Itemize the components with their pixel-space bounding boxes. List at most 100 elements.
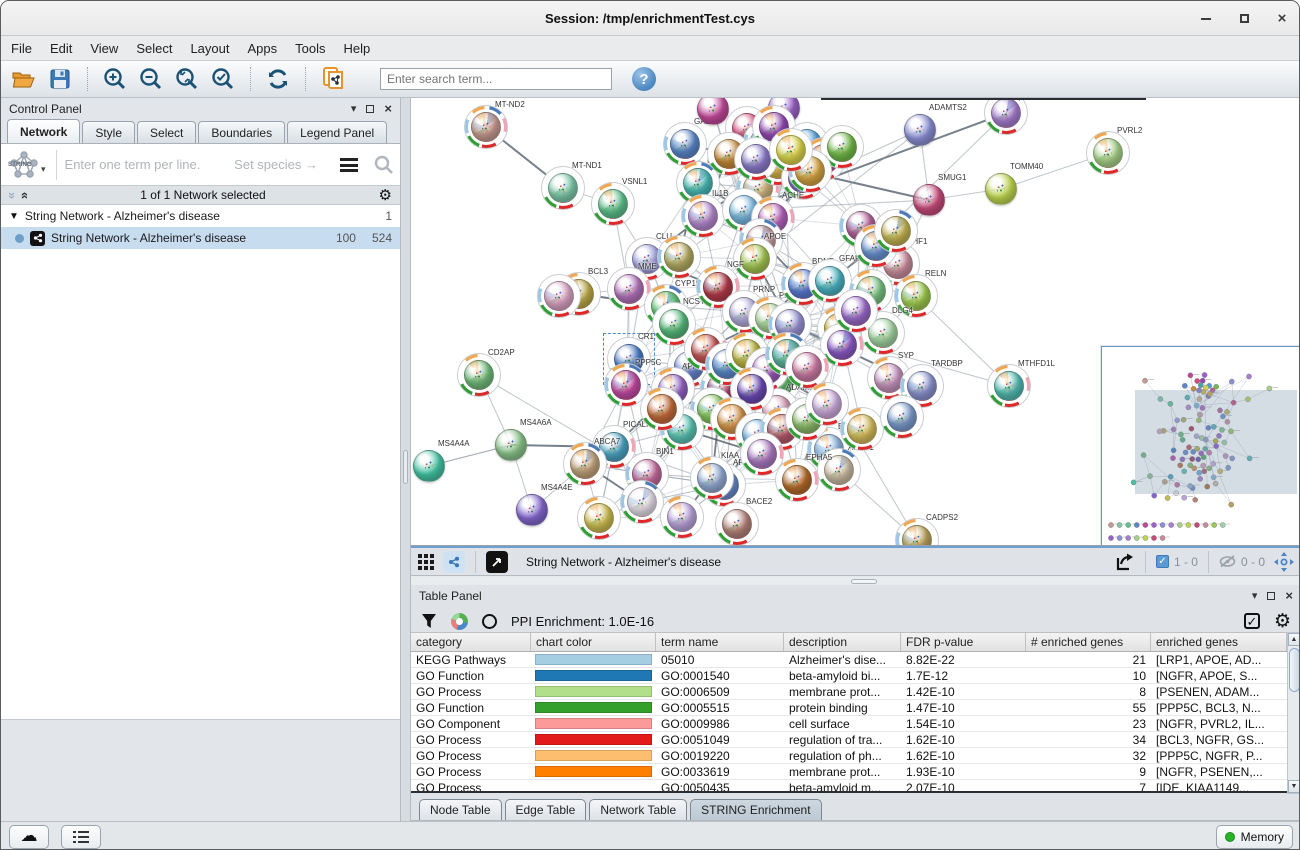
menu-view[interactable]: View [90, 41, 118, 56]
node[interactable] [847, 414, 877, 444]
table-panel-close-icon[interactable]: × [1285, 589, 1293, 602]
network-options-gear-icon[interactable]: ⚙ [379, 188, 392, 203]
tab-boundaries[interactable]: Boundaries [198, 121, 285, 143]
detach-view-icon[interactable] [486, 551, 508, 573]
node-mt-nd1[interactable] [548, 173, 578, 203]
panel-close-icon[interactable]: × [384, 102, 392, 115]
node-kiaa1149[interactable] [697, 463, 727, 493]
table-row[interactable]: GO ProcessGO:0050435beta-amyloid m...2.0… [411, 780, 1287, 793]
menu-help[interactable]: Help [344, 41, 371, 56]
birdseye-viewport[interactable] [1135, 390, 1297, 494]
scroll-up-icon[interactable]: ▲ [1288, 633, 1300, 646]
node-vsnl1[interactable] [598, 189, 628, 219]
node-ncstn[interactable] [659, 309, 689, 339]
tab-select[interactable]: Select [137, 121, 196, 143]
table-panel-menu-icon[interactable]: ▾ [1252, 589, 1258, 602]
search-input[interactable] [380, 68, 612, 90]
birdseye-view[interactable] [1101, 346, 1300, 546]
node[interactable] [881, 216, 911, 246]
zoom-out-button[interactable] [136, 65, 166, 93]
minimize-button[interactable] [1199, 12, 1213, 26]
node-snca[interactable] [827, 330, 857, 360]
menu-file[interactable]: File [11, 41, 32, 56]
memory-button[interactable]: Memory [1216, 825, 1293, 849]
tab-style[interactable]: Style [82, 121, 135, 143]
node-pvrl2[interactable] [1093, 138, 1123, 168]
save-session-button[interactable] [45, 65, 75, 93]
table-scrollbar[interactable]: ▲ ▼ [1287, 632, 1300, 794]
string-logo-icon[interactable]: STRING [7, 149, 41, 181]
node[interactable] [647, 394, 677, 424]
node-smug1[interactable] [913, 184, 945, 216]
zoom-selected-button[interactable] [208, 65, 238, 93]
node-abca7[interactable] [570, 449, 600, 479]
zoom-in-button[interactable] [100, 65, 130, 93]
navigator-cross-icon[interactable] [1273, 551, 1295, 573]
network-row-selected[interactable]: String Network - Alzheimer's disease 100… [1, 227, 400, 249]
node-tomm40[interactable] [985, 173, 1017, 205]
help-icon[interactable]: ? [632, 67, 656, 91]
node-ms4a4a[interactable] [413, 450, 445, 482]
filter-icon[interactable] [421, 613, 437, 629]
node-gfap[interactable] [815, 266, 845, 296]
node-il1b[interactable] [688, 201, 718, 231]
export-network-icon[interactable] [1113, 551, 1135, 573]
table-row[interactable]: GO FunctionGO:0001540beta-amyloid bi...1… [411, 668, 1287, 684]
node[interactable] [841, 296, 871, 326]
table-row[interactable]: GO ProcessGO:0006509membrane prot...1.42… [411, 684, 1287, 700]
menu-layout[interactable]: Layout [190, 41, 229, 56]
node[interactable] [887, 402, 917, 432]
node[interactable] [667, 502, 697, 532]
node-bace2[interactable] [722, 509, 752, 539]
string-view-icon[interactable] [443, 551, 465, 573]
node-epha5[interactable] [782, 465, 812, 495]
menu-select[interactable]: Select [136, 41, 172, 56]
string-options-icon[interactable] [340, 158, 358, 172]
close-button[interactable]: × [1275, 12, 1289, 26]
network-collection-row[interactable]: ▼ String Network - Alzheimer's disease 1 [1, 205, 400, 227]
node-ms4a4e[interactable] [516, 494, 548, 526]
string-search-icon[interactable] [374, 155, 394, 175]
node[interactable] [991, 98, 1021, 128]
zoom-fit-button[interactable] [172, 65, 202, 93]
grid-mode-icon[interactable] [417, 553, 435, 571]
table-row[interactable]: GO FunctionGO:0005515protein binding1.47… [411, 700, 1287, 716]
table-row[interactable]: GO ProcessGO:0019220regulation of ph...1… [411, 748, 1287, 764]
node[interactable] [812, 389, 842, 419]
species-hint[interactable]: Set species → [234, 157, 318, 172]
node[interactable] [747, 439, 777, 469]
node[interactable] [584, 503, 614, 533]
open-session-button[interactable] [9, 65, 39, 93]
menu-tools[interactable]: Tools [295, 41, 325, 56]
network-from-clipboard-button[interactable] [318, 65, 348, 93]
column-header-c5[interactable]: # enriched genes [1026, 633, 1151, 651]
node-mthfd1l[interactable] [994, 371, 1024, 401]
expand-all-icon[interactable]: » [16, 191, 31, 198]
maximize-button[interactable] [1237, 12, 1251, 26]
ring-chart-icon[interactable] [482, 614, 497, 629]
node-mme[interactable] [614, 274, 644, 304]
chart-icon[interactable] [451, 613, 468, 630]
column-header-c3[interactable]: description [784, 633, 901, 651]
tab-network[interactable]: Network [7, 119, 80, 143]
panel-menu-icon[interactable]: ▾ [351, 102, 357, 115]
tab-legend-panel[interactable]: Legend Panel [287, 121, 387, 143]
panel-splitter[interactable] [401, 98, 411, 821]
node[interactable] [544, 281, 574, 311]
menu-apps[interactable]: Apps [248, 41, 278, 56]
node[interactable] [741, 144, 771, 174]
node-mt-nd2[interactable] [471, 112, 501, 142]
column-header-c0[interactable]: category [411, 633, 531, 651]
node[interactable] [776, 135, 806, 165]
menu-edit[interactable]: Edit [50, 41, 72, 56]
column-header-c6[interactable]: enriched genes [1151, 633, 1287, 651]
tree-expand-icon[interactable]: ▼ [9, 211, 19, 222]
node-adamts2[interactable] [904, 114, 936, 146]
node-ms4a6a[interactable] [495, 429, 527, 461]
tab-network-table[interactable]: Network Table [589, 799, 687, 820]
table-row[interactable]: GO ComponentGO:0009986cell surface1.54E-… [411, 716, 1287, 732]
column-header-c2[interactable]: term name [656, 633, 784, 651]
string-query-input[interactable]: Enter one term per line. [65, 157, 235, 172]
node[interactable] [627, 487, 657, 517]
refresh-button[interactable] [263, 65, 293, 93]
